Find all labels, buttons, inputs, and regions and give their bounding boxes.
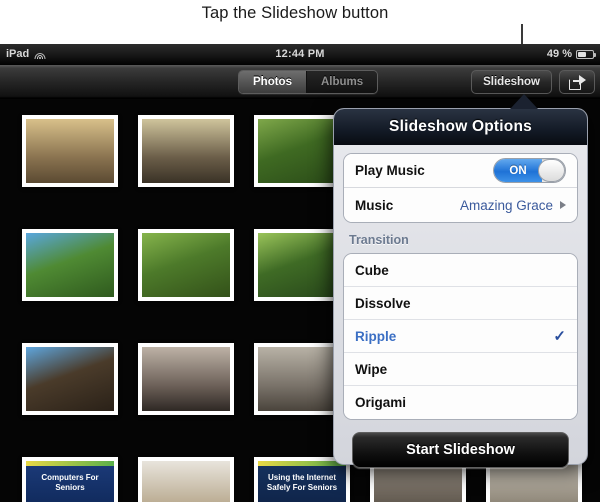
book-cover-title: Using the Internet Safely For Seniors <box>266 472 338 492</box>
book-cover-stripe <box>258 461 346 466</box>
book-cover-title: Computers For Seniors <box>41 472 99 492</box>
book-cover-stripe <box>26 461 114 466</box>
start-slideshow-button[interactable]: Start Slideshow <box>352 432 569 468</box>
transition-label: Wipe <box>355 361 388 377</box>
bedroom-yellow-wall <box>26 119 114 183</box>
cat-on-blanket <box>142 347 230 411</box>
status-bar-right: 49 % <box>546 48 596 60</box>
photo-thumbnail[interactable] <box>22 229 118 301</box>
transition-option-dissolve[interactable]: Dissolve <box>344 287 577 320</box>
chevron-right-icon <box>560 201 566 209</box>
book-screenshot-page <box>142 461 230 502</box>
tab-albums[interactable]: Albums <box>306 71 378 93</box>
popover-title: Slideshow Options <box>334 109 587 145</box>
toggle-on-label: ON <box>494 159 542 182</box>
status-bar: iPad 12:44 PM 49 % <box>0 44 600 65</box>
play-music-label: Play Music <box>355 163 425 178</box>
book-internet-safety-seniors: Using the Internet Safely For Seniors <box>258 461 346 502</box>
tab-photos[interactable]: Photos <box>239 71 307 93</box>
photo-thumbnail[interactable] <box>22 343 118 415</box>
status-bar-time: 12:44 PM <box>275 48 325 60</box>
screenshot-root: Tap the Slideshow button iPad 12:44 PM 4… <box>0 0 600 502</box>
slideshow-button[interactable]: Slideshow <box>471 70 552 94</box>
transition-section-title: Transition <box>349 233 409 247</box>
popover-body: Play Music ON Music Amazing Grace Transi… <box>334 145 587 468</box>
bedroom-blue-curtains <box>142 119 230 183</box>
row-music[interactable]: Music Amazing Grace <box>344 188 577 222</box>
covered-bridge <box>26 347 114 411</box>
toggle-knob <box>538 159 565 182</box>
trees-blue-sky <box>26 233 114 297</box>
share-icon <box>568 74 586 90</box>
photo-thumbnail[interactable] <box>138 229 234 301</box>
photo-thumbnail[interactable] <box>22 115 118 187</box>
settings-group: Play Music ON Music Amazing Grace <box>343 153 578 223</box>
photo-thumbnail[interactable] <box>138 343 234 415</box>
slideshow-options-popover: Slideshow Options Play Music ON Music Am… <box>333 108 588 468</box>
battery-percent-label: 49 % <box>546 48 572 60</box>
transition-option-cube[interactable]: Cube <box>344 254 577 287</box>
photo-thumbnail[interactable] <box>138 115 234 187</box>
row-play-music[interactable]: Play Music ON <box>344 154 577 188</box>
transition-label: Dissolve <box>355 295 411 311</box>
transition-label: Ripple <box>355 328 397 344</box>
popover-arrow-icon <box>510 94 538 109</box>
checkmark-icon: ✓ <box>553 328 566 345</box>
transition-option-wipe[interactable]: Wipe <box>344 353 577 386</box>
transition-group: Cube Dissolve Ripple ✓ Wipe Origami <box>343 253 578 420</box>
music-value: Amazing Grace <box>459 197 553 213</box>
green-meadow-trees <box>142 233 230 297</box>
book-computers-for-seniors: Computers For Seniors <box>26 461 114 502</box>
transition-label: Cube <box>355 262 389 278</box>
play-music-toggle[interactable]: ON <box>493 158 566 183</box>
transition-option-origami[interactable]: Origami <box>344 386 577 419</box>
photos-albums-segmented-control[interactable]: Photos Albums <box>238 70 379 94</box>
photo-thumbnail[interactable]: Computers For Seniors <box>22 457 118 502</box>
battery-icon <box>576 49 596 59</box>
transition-option-ripple[interactable]: Ripple ✓ <box>344 320 577 353</box>
transition-label: Origami <box>355 395 407 410</box>
share-button[interactable] <box>559 70 595 94</box>
music-label: Music <box>355 197 394 213</box>
callout-label: Tap the Slideshow button <box>201 4 389 22</box>
photo-thumbnail[interactable] <box>138 457 234 502</box>
